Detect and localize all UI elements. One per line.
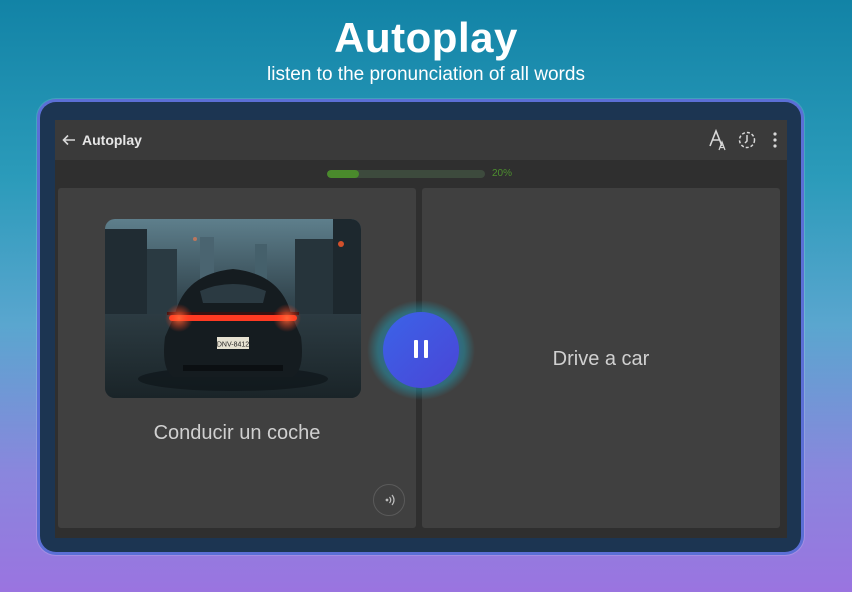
font-size-icon[interactable] bbox=[707, 129, 727, 151]
app-toolbar: Autoplay bbox=[55, 120, 787, 160]
speed-icon[interactable] bbox=[737, 130, 757, 150]
promo-headline: Autoplay bbox=[334, 14, 518, 61]
more-vert-icon[interactable] bbox=[767, 130, 783, 150]
progress-bar bbox=[327, 170, 485, 178]
front-word: Conducir un coche bbox=[153, 422, 321, 444]
toolbar-title: Autoplay bbox=[82, 132, 142, 148]
play-sound-button[interactable] bbox=[373, 484, 405, 516]
flashcard-back[interactable]: Drive a car bbox=[422, 188, 780, 528]
sound-waves-icon bbox=[385, 494, 395, 506]
back-arrow-icon[interactable] bbox=[61, 132, 77, 148]
progress-label: 20% bbox=[492, 168, 513, 179]
back-word: Drive a car bbox=[552, 348, 650, 370]
card-photo: DNV-8412 bbox=[105, 219, 361, 398]
promo-subtitle: listen to the pronunciation of all words bbox=[267, 64, 585, 85]
progress-bar-fill bbox=[327, 170, 359, 178]
autoplay-pause-button[interactable] bbox=[365, 300, 475, 400]
flashcard-front[interactable]: DNV-8412 Conducir un coche bbox=[58, 188, 416, 528]
license-plate-text: DNV-8412 bbox=[217, 342, 249, 349]
